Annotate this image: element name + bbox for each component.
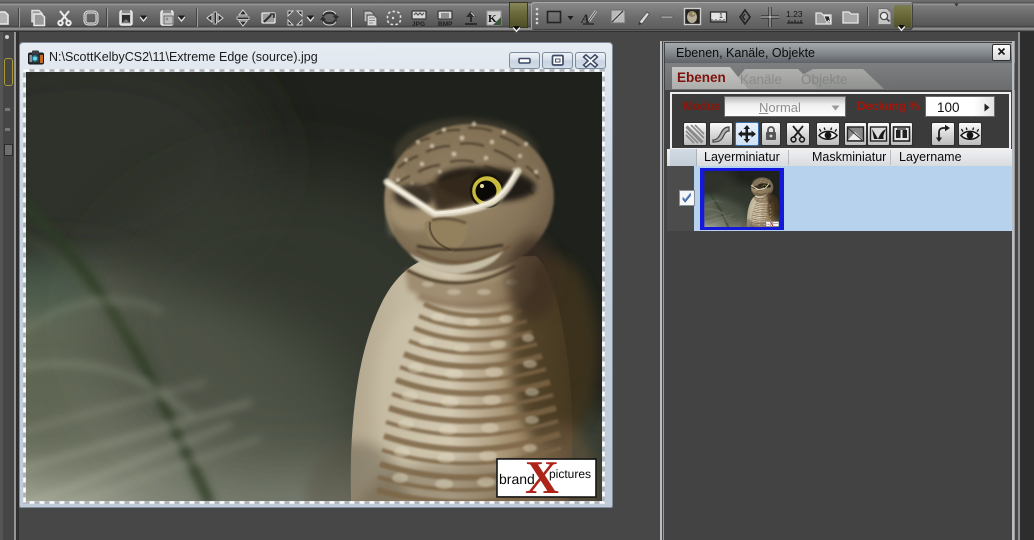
svg-text:K: K [488,13,497,25]
svg-text:1: 1 [719,13,723,20]
svg-text:BMP: BMP [438,21,453,27]
svg-text:1.23: 1.23 [786,9,803,19]
svg-text:JPG: JPG [412,21,425,27]
